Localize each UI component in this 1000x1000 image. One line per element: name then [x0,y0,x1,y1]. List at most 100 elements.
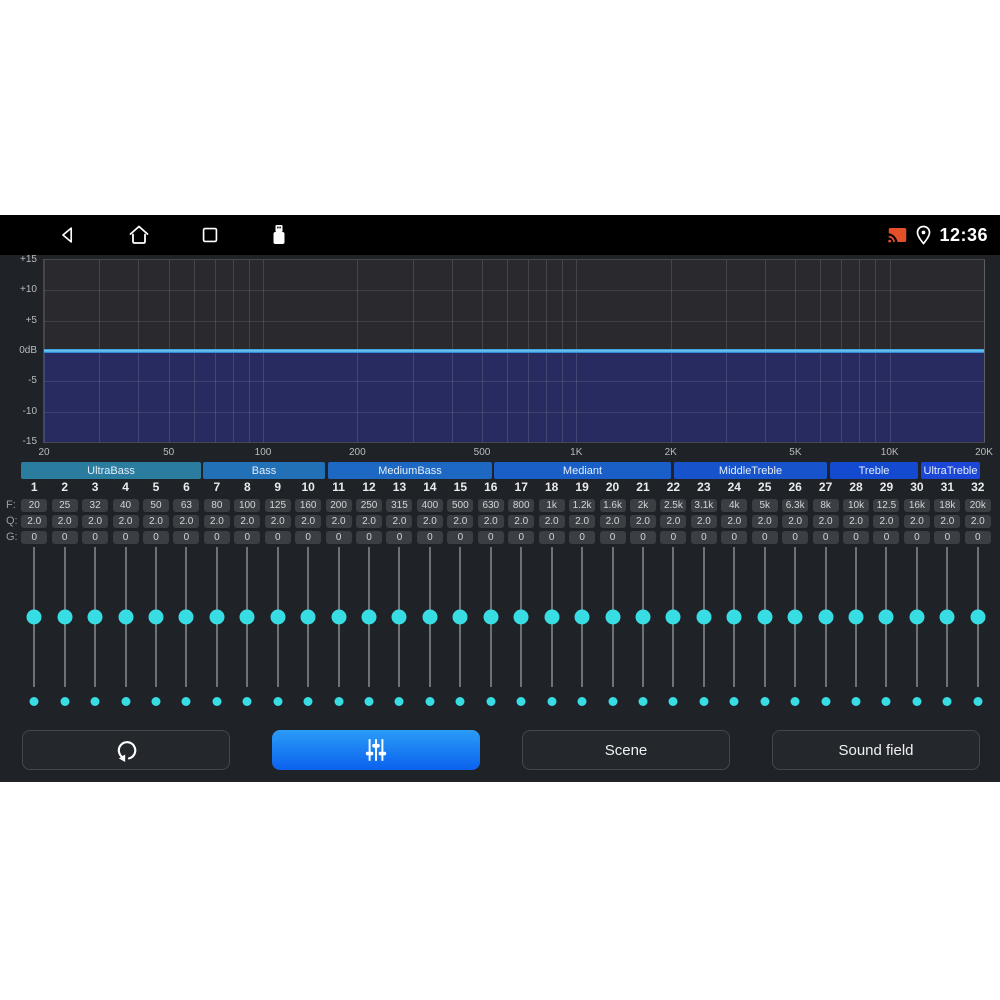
band-slider-knob[interactable] [544,609,560,625]
band-slider-knob[interactable] [270,609,286,625]
band-gain-slider[interactable] [628,547,658,687]
band-gain-slider[interactable] [597,547,627,687]
band-gain-slider[interactable] [445,547,475,687]
band-slider-knob[interactable] [300,609,316,625]
band-gain-slider[interactable] [658,547,688,687]
band-f-value: 8k [812,499,839,512]
band-slider-knob[interactable] [818,609,834,625]
band-q-value: 2.0 [51,515,78,528]
band-number: 15 [453,480,468,494]
band-gain-slider[interactable] [871,547,901,687]
home-icon[interactable] [127,223,151,247]
band-gain-slider[interactable] [841,547,871,687]
band-gain-slider[interactable] [171,547,201,687]
band-g-value: 0 [416,531,443,544]
band-slider-knob[interactable] [787,609,803,625]
band-indicator-dot [121,697,131,706]
band-gain-slider[interactable] [780,547,810,687]
band-indicator-dot [608,697,618,706]
recents-icon[interactable] [199,224,221,246]
band-gain-slider[interactable] [19,547,49,687]
band-gain-slider[interactable] [80,547,110,687]
band-slider-knob[interactable] [665,609,681,625]
band-gain-slider[interactable] [110,547,140,687]
sound-field-button[interactable]: Sound field [772,730,980,770]
band-group-mediumbass: MediumBass [328,462,492,479]
band-gain-slider[interactable] [567,547,597,687]
band-slider-knob[interactable] [909,609,925,625]
band-slider-knob[interactable] [209,609,225,625]
equalizer-tab-button[interactable] [272,730,480,770]
band-gain-slider[interactable] [354,547,384,687]
band-slider-knob[interactable] [148,609,164,625]
band-q-value: 2.0 [538,515,565,528]
band-indicator-dot [486,697,496,706]
band-slider-knob[interactable] [848,609,864,625]
band-slider-knob[interactable] [452,609,468,625]
status-indicators: 12:36 [887,215,988,255]
band-gain-slider[interactable] [689,547,719,687]
band-gain-slider[interactable] [476,547,506,687]
band-q-value: 2.0 [569,515,596,528]
band-slider-knob[interactable] [970,609,986,625]
band-slider-knob[interactable] [878,609,894,625]
band-gain-slider[interactable] [49,547,79,687]
band-slider-knob[interactable] [696,609,712,625]
band-slider-knob[interactable] [635,609,651,625]
sound-field-button-label: Sound field [838,741,914,759]
band-slider-knob[interactable] [391,609,407,625]
band-slider-knob[interactable] [361,609,377,625]
band-number: 27 [818,480,833,494]
band-gain-slider[interactable] [141,547,171,687]
band-group-bar: UltraBass Bass MediumBass Mediant MiddleTreb… [0,462,1000,479]
band-gain-slider[interactable] [384,547,414,687]
band-indicator-dot [181,697,191,706]
scene-button-label: Scene [604,741,648,759]
x-axis-tick-label: 1K [570,447,583,458]
band-gain-slider[interactable] [932,547,962,687]
band-gain-slider[interactable] [263,547,293,687]
back-icon[interactable] [57,224,79,246]
band-indicator-dot [821,697,831,706]
band-gain-slider[interactable] [719,547,749,687]
band-gain-slider[interactable] [293,547,323,687]
band-slider-knob[interactable] [26,609,42,625]
band-indicator-dot [942,697,952,706]
band-slider-knob[interactable] [331,609,347,625]
band-slider-knob[interactable] [422,609,438,625]
band-slider-knob[interactable] [574,609,590,625]
band-slider-knob[interactable] [57,609,73,625]
band-q-value: 2.0 [82,515,109,528]
band-gain-slider[interactable] [902,547,932,687]
band-indicator-dot [851,697,861,706]
band-gain-slider[interactable] [323,547,353,687]
band-g-value: 0 [234,531,261,544]
band-slider-knob[interactable] [239,609,255,625]
band-gain-slider[interactable] [810,547,840,687]
band-slider-knob[interactable] [605,609,621,625]
scene-button[interactable]: Scene [522,730,730,770]
band-gain-slider[interactable] [963,547,993,687]
eq-band-column: 9 125 2.0 0 [263,479,293,714]
band-gain-slider[interactable] [506,547,536,687]
band-slider-knob[interactable] [118,609,134,625]
band-gain-slider[interactable] [750,547,780,687]
band-slider-knob[interactable] [483,609,499,625]
band-slider-knob[interactable] [726,609,742,625]
band-gain-slider[interactable] [202,547,232,687]
band-gain-slider[interactable] [232,547,262,687]
band-slider-knob[interactable] [513,609,529,625]
band-slider-knob[interactable] [939,609,955,625]
band-gain-slider[interactable] [536,547,566,687]
band-q-value: 2.0 [751,515,778,528]
reset-button[interactable] [22,730,230,770]
band-f-value: 3.1k [690,499,717,512]
band-slider-knob[interactable] [178,609,194,625]
band-slider-knob[interactable] [757,609,773,625]
band-slider-knob[interactable] [87,609,103,625]
band-gain-slider[interactable] [415,547,445,687]
x-axis-tick-label: 2K [664,447,677,458]
band-q-value: 2.0 [812,515,839,528]
usb-drive-icon [273,225,285,244]
eq-band-column: 24 4k 2.0 0 [719,479,749,714]
